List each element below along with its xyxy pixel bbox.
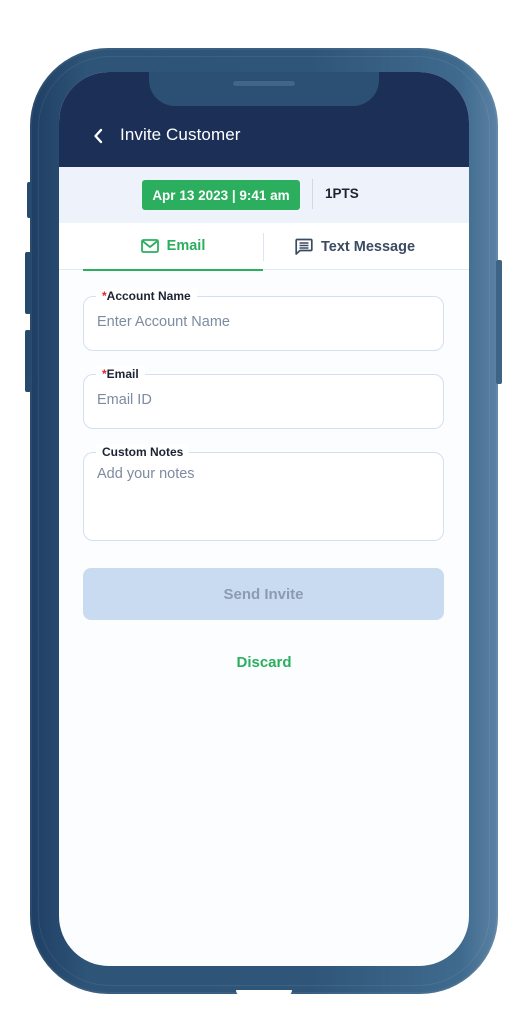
volume-up-button <box>25 252 31 314</box>
custom-notes-field: Custom Notes <box>83 444 444 541</box>
email-label: *Email <box>96 366 145 382</box>
notch <box>149 72 379 106</box>
speaker-grille <box>232 80 296 87</box>
back-button[interactable] <box>89 126 107 146</box>
mute-switch <box>27 182 32 218</box>
date-time-badge: Apr 13 2023 | 9:41 am <box>142 180 300 210</box>
account-name-label: *Account Name <box>96 288 197 304</box>
chevron-left-icon <box>94 128 103 144</box>
tab-text-message[interactable]: Text Message <box>265 223 445 270</box>
power-button <box>496 260 502 384</box>
account-name-field: *Account Name <box>83 288 444 351</box>
email-field: *Email <box>83 366 444 429</box>
points-label: 1PTS <box>325 186 359 201</box>
phone-screen: Invite Customer Apr 13 2023 | 9:41 am 1P… <box>59 72 469 966</box>
tab-email[interactable]: Email <box>83 223 263 271</box>
discard-button[interactable]: Discard <box>189 650 339 674</box>
page-title: Invite Customer <box>120 125 241 144</box>
tab-divider <box>263 233 264 261</box>
tab-bar: Email Text Message <box>59 223 469 271</box>
mail-icon <box>140 239 159 253</box>
message-icon <box>295 238 313 255</box>
volume-down-button <box>25 330 31 392</box>
tab-text-message-label: Text Message <box>320 238 416 255</box>
custom-notes-input[interactable] <box>97 466 427 526</box>
info-divider <box>312 179 313 209</box>
info-bar: Apr 13 2023 | 9:41 am 1PTS <box>59 167 469 223</box>
email-input[interactable] <box>97 392 427 408</box>
tab-email-label: Email <box>166 238 206 254</box>
charging-port <box>236 990 292 996</box>
custom-notes-label: Custom Notes <box>96 444 190 460</box>
account-name-input[interactable] <box>97 314 427 330</box>
send-invite-button[interactable]: Send Invite <box>83 568 444 620</box>
